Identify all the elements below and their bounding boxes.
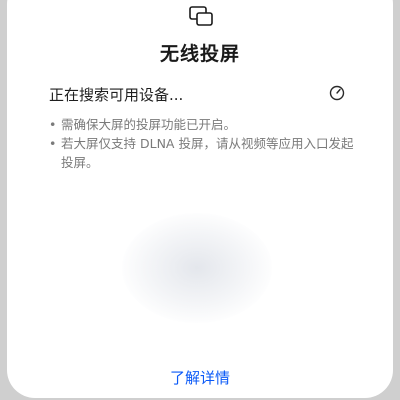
search-status-row: 正在搜索可用设备... [49,84,349,108]
wireless-projection-dialog: 无线投屏 正在搜索可用设备... • 需确保大屏的投屏功能已开启。 • 若大屏仅… [7,0,393,398]
loading-spinner-icon [329,85,345,101]
tip-text: 若大屏仅支持 DLNA 投屏，请从视频等应用入口发起投屏。 [61,136,354,170]
tip-text: 需确保大屏的投屏功能已开启。 [61,117,237,132]
dialog-title: 无线投屏 [159,43,240,65]
tips-list: • 需确保大屏的投屏功能已开启。 • 若大屏仅支持 DLNA 投屏，请从视频等应… [47,115,357,172]
search-status-text: 正在搜索可用设备... [49,86,184,104]
tip-bullet: • [49,117,57,132]
tip-bullet: • [49,136,57,151]
tip-item: • 需确保大屏的投屏功能已开启。 [47,115,357,134]
screen-cast-icon [189,6,213,26]
searching-animation [122,213,272,323]
learn-more-link[interactable]: 了解详情 [7,367,393,388]
tip-item: • 若大屏仅支持 DLNA 投屏，请从视频等应用入口发起投屏。 [47,134,357,172]
